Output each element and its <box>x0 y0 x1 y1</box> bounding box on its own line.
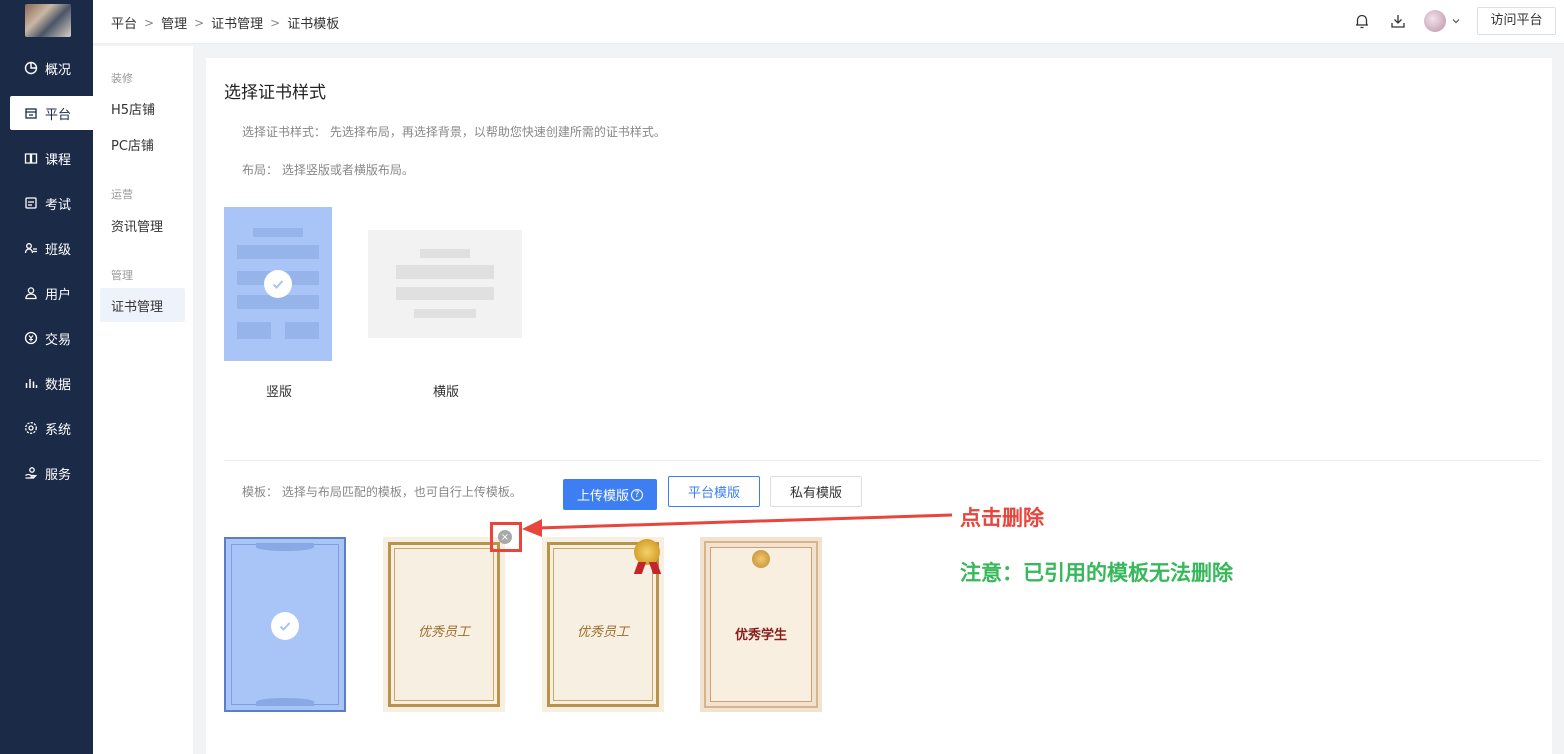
layout-description: 布局： 选择竖版或者横版布局。 <box>242 163 414 177</box>
secondary-sidebar: 装修 H5店铺 PC店铺 运营 资讯管理 管理 证书管理 <box>93 46 193 754</box>
exam-icon <box>25 197 37 209</box>
nav-item-class[interactable]: 班级 <box>10 231 93 265</box>
main-content: 选择证书样式 选择证书样式： 先选择布局，再选择背景，以帮助您快速创建所需的证书… <box>206 58 1552 754</box>
certificate-template[interactable]: 优秀员工 <box>383 537 505 712</box>
breadcrumb: 平台 > 管理 > 证书管理 > 证书模板 <box>111 13 340 33</box>
layout-option-horizontal[interactable] <box>368 230 522 338</box>
layout-label-vertical: 竖版 <box>266 385 293 400</box>
page-title: 选择证书样式 <box>224 83 326 103</box>
certificate-template[interactable]: 优秀员工 <box>542 537 664 712</box>
main-nav: 概况 平台 课程 考试 班级 用户 交易 数据 系统 服务 <box>0 0 93 754</box>
nav-item-label: 平台 <box>45 107 72 123</box>
sidebar-item-news[interactable]: 资讯管理 <box>100 208 185 242</box>
question-icon[interactable]: ? <box>631 488 643 501</box>
service-icon <box>25 467 37 479</box>
upload-template-label: 上传模版 <box>576 489 629 504</box>
nav-item-label: 数据 <box>45 377 72 393</box>
divider <box>224 460 1542 461</box>
nav-item-data[interactable]: 数据 <box>10 366 93 400</box>
nav-item-overview[interactable]: 概况 <box>10 51 93 85</box>
nav-item-label: 课程 <box>45 152 72 168</box>
book-icon <box>24 153 38 164</box>
upload-template-button[interactable]: 上传模版 ? <box>563 479 657 510</box>
chevron-right-icon: > <box>194 15 205 30</box>
layout-label-horizontal: 横版 <box>433 385 460 400</box>
check-icon <box>271 612 299 640</box>
close-icon[interactable]: × <box>498 530 512 544</box>
chevron-down-icon[interactable] <box>1450 15 1462 27</box>
layout-option-vertical[interactable] <box>224 207 332 361</box>
sidebar-item-pc-store[interactable]: PC店铺 <box>100 127 185 161</box>
chevron-right-icon: > <box>270 15 281 30</box>
nav-item-label: 交易 <box>45 332 72 348</box>
nav-item-service[interactable]: 服务 <box>10 456 93 490</box>
certificate-template[interactable] <box>224 537 346 712</box>
pie-chart-icon <box>24 61 38 75</box>
avatar[interactable] <box>1424 10 1446 32</box>
store-icon <box>25 108 37 119</box>
sidebar-group-title: 运营 <box>111 188 133 201</box>
delete-hint: 点击删除 <box>960 505 1044 530</box>
private-template-button[interactable]: 私有模版 <box>770 476 862 507</box>
transaction-icon <box>24 331 38 345</box>
breadcrumb-item: 证书模板 <box>287 17 340 32</box>
sidebar-group-title: 装修 <box>111 72 133 85</box>
nav-item-course[interactable]: 课程 <box>10 141 93 175</box>
delete-note: 注意：已引用的模板无法删除 <box>960 560 1233 585</box>
chevron-right-icon: > <box>144 15 155 30</box>
medal-icon <box>752 550 770 568</box>
certificate-text: 优秀学生 <box>734 628 787 643</box>
breadcrumb-item[interactable]: 平台 <box>111 13 137 32</box>
nav-item-label: 用户 <box>45 287 72 303</box>
nav-item-transaction[interactable]: 交易 <box>10 321 93 355</box>
sidebar-item-h5-store[interactable]: H5店铺 <box>100 91 185 125</box>
breadcrumb-item[interactable]: 证书管理 <box>211 13 263 32</box>
class-icon <box>24 243 37 254</box>
logo[interactable] <box>25 4 71 37</box>
check-icon <box>264 270 292 298</box>
template-description: 模板： 选择与布局匹配的模板，也可自行上传模板。 <box>242 485 522 499</box>
top-header: 平台 > 管理 > 证书管理 > 证书模板 访问平台 <box>93 0 1564 44</box>
nav-item-platform[interactable]: 平台 <box>10 96 93 130</box>
sidebar-group-title: 管理 <box>111 269 133 282</box>
certificate-text: 优秀员工 <box>417 625 470 640</box>
nav-item-label: 班级 <box>45 242 72 258</box>
platform-template-button[interactable]: 平台模版 <box>668 476 760 507</box>
sidebar-item-certificate[interactable]: 证书管理 <box>100 288 185 322</box>
bell-icon[interactable] <box>1353 12 1371 30</box>
breadcrumb-item[interactable]: 管理 <box>161 13 187 32</box>
gear-icon <box>25 422 37 434</box>
download-icon[interactable] <box>1389 12 1407 30</box>
style-description: 选择证书样式： 先选择布局，再选择背景，以帮助您快速创建所需的证书样式。 <box>242 125 666 139</box>
visit-platform-button[interactable]: 访问平台 <box>1477 7 1556 35</box>
user-icon <box>25 287 37 300</box>
nav-item-label: 概况 <box>45 62 72 78</box>
bar-chart-icon <box>25 379 38 388</box>
nav-item-label: 系统 <box>45 422 72 438</box>
nav-item-label: 考试 <box>45 197 72 213</box>
annotation-arrow <box>522 513 953 537</box>
nav-item-user[interactable]: 用户 <box>10 276 93 310</box>
nav-item-system[interactable]: 系统 <box>10 411 93 445</box>
certificate-template[interactable]: 优秀学生 <box>700 537 822 712</box>
nav-item-label: 服务 <box>45 467 72 483</box>
certificate-text: 优秀员工 <box>576 625 629 640</box>
nav-item-exam[interactable]: 考试 <box>10 186 93 220</box>
